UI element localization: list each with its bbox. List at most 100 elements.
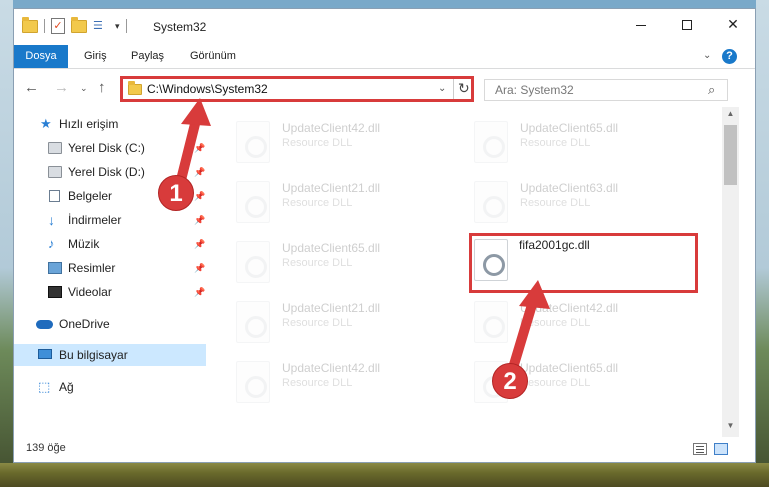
navigation-bar: ← → ⌄ ↑ C:\Windows\System32 ⌄ ↻ Ara: Sys… bbox=[14, 69, 755, 107]
recent-locations-chevron-icon[interactable]: ⌄ bbox=[80, 83, 88, 94]
customize-toolbar-icon[interactable]: ☰ bbox=[93, 19, 109, 33]
search-placeholder: Ara: System32 bbox=[495, 83, 574, 97]
annotation-step-2-badge: 2 bbox=[492, 363, 528, 399]
file-type: Resource DLL bbox=[520, 377, 591, 389]
vertical-scrollbar[interactable]: ▲ ▼ bbox=[722, 107, 739, 437]
file-item[interactable]: UpdateClient65.dll Resource DLL bbox=[448, 357, 678, 409]
pin-icon[interactable]: 📌 bbox=[194, 257, 205, 279]
file-type: Resource DLL bbox=[282, 197, 353, 209]
dll-file-icon bbox=[474, 181, 508, 223]
tab-home[interactable]: Giriş bbox=[84, 45, 107, 68]
file-item-target[interactable]: fifa2001gc.dll bbox=[469, 233, 698, 293]
file-type: Resource DLL bbox=[520, 137, 591, 149]
file-name: UpdateClient42.dll bbox=[282, 361, 381, 375]
file-type: Resource DLL bbox=[520, 197, 591, 209]
sidebar-item-label: Hızlı erişim bbox=[59, 117, 119, 131]
toolbar-dropdown-icon[interactable]: ▾ bbox=[115, 21, 120, 32]
pin-icon[interactable]: 📌 bbox=[194, 233, 205, 255]
address-separator bbox=[453, 79, 454, 99]
forward-arrow-icon[interactable]: → bbox=[54, 79, 69, 96]
pin-icon[interactable]: 📌 bbox=[194, 209, 205, 231]
sidebar-item-label: Bu bilgisayar bbox=[59, 348, 128, 362]
file-name: fifa2001gc.dll bbox=[519, 238, 590, 252]
sidebar-item-videos[interactable]: Videolar 📌 bbox=[14, 281, 206, 303]
sidebar-item-label: Videolar bbox=[68, 285, 112, 299]
tab-file[interactable]: Dosya bbox=[14, 45, 68, 68]
pictures-icon bbox=[48, 262, 62, 274]
file-item[interactable]: UpdateClient65.dll Resource DLL bbox=[448, 117, 678, 169]
dll-file-icon bbox=[474, 301, 508, 343]
search-input[interactable]: Ara: System32 ⌕ bbox=[484, 79, 728, 101]
refresh-icon[interactable]: ↻ bbox=[458, 80, 470, 97]
file-item[interactable]: UpdateClient42.dll Resource DLL bbox=[448, 297, 678, 349]
desktop-background-left bbox=[0, 0, 13, 487]
sidebar-item-network[interactable]: ⬚ Ağ bbox=[14, 376, 206, 398]
file-item[interactable]: UpdateClient21.dll Resource DLL bbox=[210, 177, 440, 229]
maximize-icon bbox=[682, 20, 692, 31]
disk-icon bbox=[48, 142, 62, 154]
pin-icon[interactable]: 📌 bbox=[194, 281, 205, 303]
file-name: UpdateClient21.dll bbox=[282, 181, 381, 195]
star-icon: ★ bbox=[40, 116, 52, 131]
address-bar[interactable]: C:\Windows\System32 ⌄ ↻ bbox=[120, 76, 474, 102]
file-type: Resource DLL bbox=[282, 137, 353, 149]
help-icon[interactable]: ? bbox=[722, 49, 737, 64]
file-item[interactable]: UpdateClient65.dll Resource DLL bbox=[210, 237, 440, 289]
address-path[interactable]: C:\Windows\System32 bbox=[147, 82, 268, 96]
search-icon[interactable]: ⌕ bbox=[708, 82, 715, 98]
scroll-down-icon[interactable]: ▼ bbox=[722, 421, 739, 435]
scroll-up-icon[interactable]: ▲ bbox=[722, 109, 739, 123]
file-name: UpdateClient21.dll bbox=[282, 301, 381, 315]
sidebar-item-label: Müzik bbox=[68, 237, 100, 251]
details-view-icon[interactable] bbox=[693, 443, 707, 455]
large-icons-view-icon[interactable] bbox=[714, 443, 728, 455]
desktop-background-bottom bbox=[0, 463, 769, 487]
explorer-window: ✓ ☰ ▾ System32 ✕ Dosya Giriş Paylaş Görü… bbox=[13, 8, 756, 463]
window-title: System32 bbox=[153, 20, 207, 34]
dll-file-icon bbox=[236, 361, 270, 403]
toolbar-separator bbox=[44, 19, 45, 33]
sidebar-item-label: OneDrive bbox=[59, 317, 110, 331]
close-button[interactable]: ✕ bbox=[710, 9, 756, 39]
sidebar-item-music[interactable]: ♪ Müzik 📌 bbox=[14, 233, 206, 255]
address-history-chevron-icon[interactable]: ⌄ bbox=[438, 83, 446, 94]
pin-icon[interactable]: 📌 bbox=[194, 137, 205, 159]
maximize-button[interactable] bbox=[664, 9, 710, 39]
computer-icon bbox=[38, 349, 52, 359]
file-type: Resource DLL bbox=[282, 377, 353, 389]
sidebar-item-local-disk-c[interactable]: Yerel Disk (C:) 📌 bbox=[14, 137, 206, 159]
properties-check-icon[interactable]: ✓ bbox=[51, 18, 65, 34]
new-folder-icon[interactable] bbox=[71, 16, 87, 33]
sidebar-item-downloads[interactable]: ↓ İndirmeler 📌 bbox=[14, 209, 206, 231]
dll-gear-file-icon bbox=[474, 239, 508, 281]
file-name: UpdateClient65.dll bbox=[282, 241, 381, 255]
sidebar-item-onedrive[interactable]: OneDrive bbox=[14, 313, 206, 335]
sidebar-item-label: Belgeler bbox=[68, 189, 113, 203]
pin-icon[interactable]: 📌 bbox=[194, 185, 205, 207]
navigation-pane: ★ Hızlı erişim Yerel Disk (C:) 📌 Yerel D… bbox=[14, 107, 210, 437]
sidebar-item-quick-access[interactable]: ★ Hızlı erişim bbox=[14, 113, 206, 135]
file-item[interactable]: UpdateClient63.dll Resource DLL bbox=[448, 177, 678, 229]
pin-icon[interactable]: 📌 bbox=[194, 161, 205, 183]
dll-file-icon bbox=[236, 241, 270, 283]
back-arrow-icon[interactable]: ← bbox=[24, 79, 39, 96]
file-item[interactable]: UpdateClient42.dll Resource DLL bbox=[210, 357, 440, 409]
network-icon: ⬚ bbox=[38, 379, 51, 394]
folder-icon bbox=[128, 81, 142, 95]
sidebar-item-pictures[interactable]: Resimler 📌 bbox=[14, 257, 206, 279]
file-item[interactable]: UpdateClient42.dll Resource DLL bbox=[210, 117, 440, 169]
sidebar-item-this-pc[interactable]: Bu bilgisayar bbox=[14, 344, 206, 366]
file-name: UpdateClient42.dll bbox=[282, 121, 381, 135]
up-arrow-icon[interactable]: ↑ bbox=[98, 79, 106, 96]
expand-ribbon-icon[interactable]: ⌄ bbox=[703, 50, 711, 61]
tab-view[interactable]: Görünüm bbox=[190, 45, 236, 68]
scroll-thumb[interactable] bbox=[724, 125, 737, 185]
file-item[interactable]: UpdateClient21.dll Resource DLL bbox=[210, 297, 440, 349]
file-type: Resource DLL bbox=[282, 317, 353, 329]
minimize-button[interactable] bbox=[618, 9, 664, 39]
disk-icon bbox=[48, 166, 62, 178]
toolbar-separator bbox=[125, 19, 127, 33]
file-name: UpdateClient63.dll bbox=[520, 181, 619, 195]
tab-share[interactable]: Paylaş bbox=[131, 45, 164, 68]
dll-file-icon bbox=[236, 301, 270, 343]
